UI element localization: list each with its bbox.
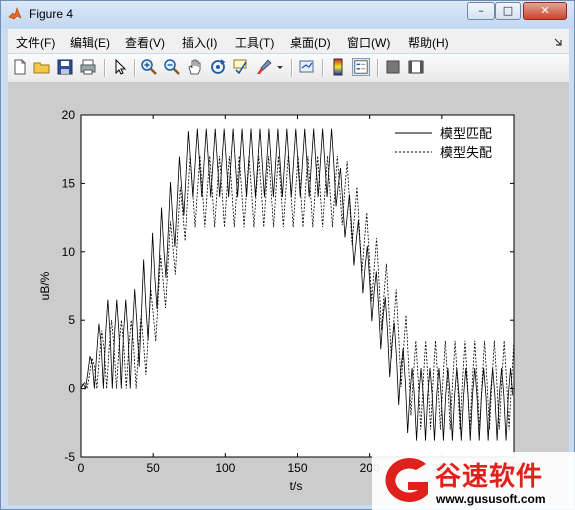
- x-tick-label: 150: [287, 461, 307, 475]
- y-tick-label: 10: [62, 245, 76, 259]
- y-tick-label: 20: [62, 108, 76, 122]
- legend-label-matched: 模型匹配: [440, 127, 492, 142]
- x-tick-label: 100: [215, 461, 235, 475]
- x-axis-label: t/s: [290, 479, 303, 493]
- y-axis-label: uB/%: [38, 271, 52, 300]
- watermark-brand: 谷速软件: [435, 462, 544, 492]
- y-tick-label: 5: [68, 313, 75, 327]
- y-tick-label: 15: [62, 176, 76, 190]
- watermark-url: www.gususoft.com: [436, 492, 546, 506]
- y-tick-label: 0: [68, 382, 75, 396]
- watermark-logo-icon: [385, 457, 428, 502]
- y-tick-label: -5: [64, 450, 75, 464]
- x-tick-label: 0: [78, 461, 85, 475]
- legend-label-mismatched: 模型失配: [440, 146, 492, 161]
- x-tick-label: 50: [146, 461, 160, 475]
- watermark: 谷速软件 www.gususoft.com: [372, 452, 575, 510]
- plot-svg: 050100150200250300-505101520 t/s uB/% 模型…: [38, 108, 524, 493]
